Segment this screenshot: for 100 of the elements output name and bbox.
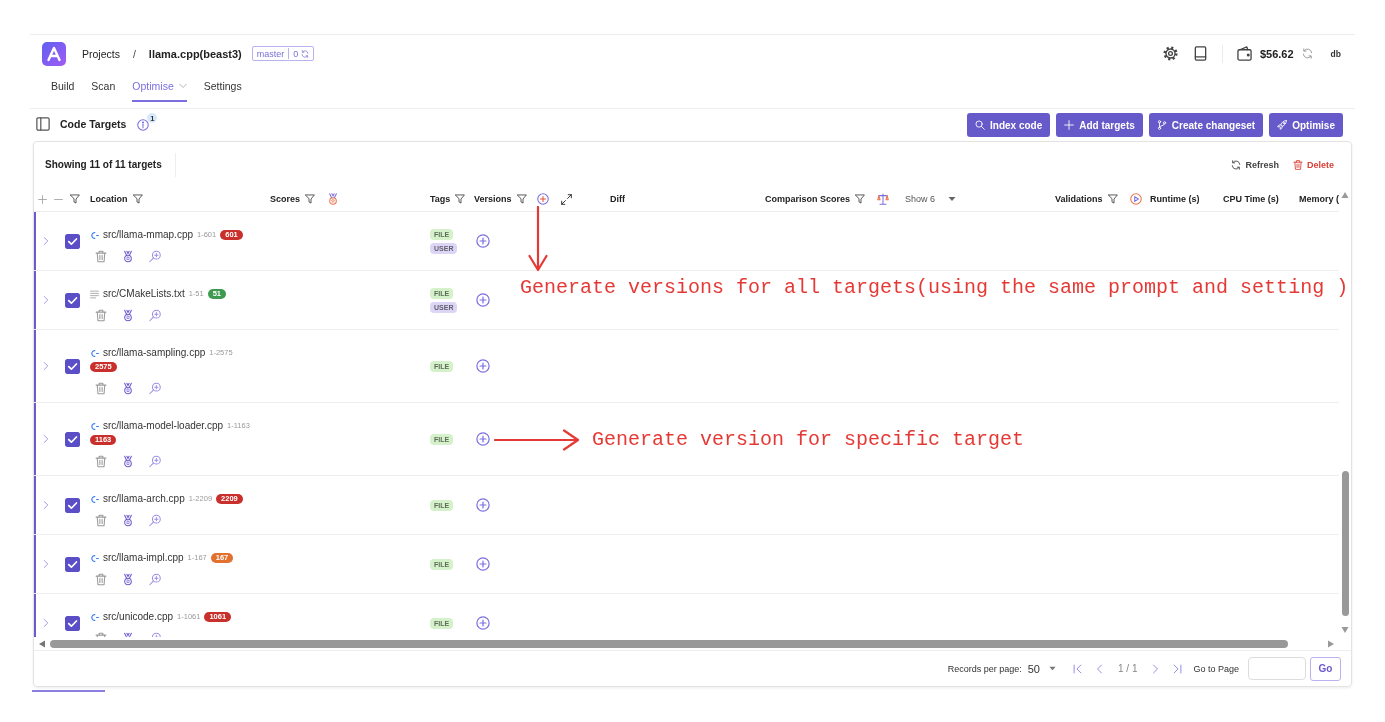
filter-icon[interactable] <box>70 194 80 204</box>
row-checkbox[interactable] <box>65 233 80 249</box>
expand-icon[interactable] <box>560 193 572 205</box>
row-checkbox[interactable] <box>65 615 80 631</box>
caret-icon <box>948 195 957 203</box>
row-checkbox[interactable] <box>65 556 80 572</box>
chevron-right-icon[interactable] <box>42 557 50 571</box>
index-code-button[interactable]: Index code <box>967 113 1051 137</box>
zoom-in-icon[interactable] <box>149 514 161 527</box>
code-file-icon <box>90 421 99 431</box>
filter-icon[interactable] <box>516 194 527 204</box>
breadcrumb-link[interactable]: llama.cpp(beast3) <box>148 47 242 60</box>
branch-icon <box>1156 120 1167 130</box>
book-icon[interactable] <box>1192 46 1208 61</box>
scroll-down-icon[interactable] <box>1341 626 1349 634</box>
zoom-in-icon[interactable] <box>149 250 161 263</box>
scroll-up-icon[interactable] <box>1341 191 1349 199</box>
filter-icon[interactable] <box>305 194 316 204</box>
zoom-in-icon[interactable] <box>149 382 161 395</box>
chevron-right-icon[interactable] <box>42 293 50 307</box>
refresh-icon[interactable] <box>301 49 310 58</box>
chevron-right-icon[interactable] <box>42 616 50 630</box>
code-file-icon <box>90 348 99 358</box>
medal-icon[interactable] <box>122 250 134 263</box>
chevron-right-icon[interactable] <box>42 498 50 512</box>
plus-icon[interactable] <box>38 194 47 204</box>
zoom-in-icon[interactable] <box>149 309 161 322</box>
medal-icon[interactable] <box>122 309 134 322</box>
delete-button[interactable]: Delete <box>1293 159 1334 170</box>
file-path: src/CMakeLists.txt <box>103 287 185 301</box>
optimise-button[interactable]: Optimise <box>1269 113 1343 137</box>
page-number-field[interactable] <box>1248 657 1306 680</box>
create-changeset-button[interactable]: Create changeset <box>1148 113 1264 137</box>
nav-tab[interactable]: Settings <box>203 72 242 102</box>
nav-tab[interactable]: Optimise <box>132 72 187 102</box>
scroll-left-icon[interactable] <box>38 639 46 648</box>
trash-icon[interactable] <box>95 514 107 527</box>
breadcrumb-link[interactable]: Projects <box>82 47 120 60</box>
zoom-in-icon[interactable] <box>149 573 161 586</box>
breadcrumb-separator: / <box>132 47 136 60</box>
chevron-right-icon[interactable] <box>42 359 50 373</box>
sidebar-toggle-icon[interactable] <box>36 116 50 131</box>
info-icon[interactable] <box>137 119 150 131</box>
caret-icon <box>1049 665 1056 672</box>
plus-circle-icon[interactable] <box>476 234 490 248</box>
trash-icon[interactable] <box>95 455 107 468</box>
page-size-select[interactable]: 50 <box>1027 662 1056 675</box>
plus-circle-icon[interactable] <box>476 432 490 446</box>
filter-icon[interactable] <box>132 194 143 204</box>
play-circle-icon[interactable] <box>1129 193 1142 205</box>
medal-icon[interactable] <box>122 455 134 468</box>
chevron-right-icon[interactable] <box>42 432 50 446</box>
file-path: src/llama-arch.cpp <box>103 492 185 506</box>
filter-icon[interactable] <box>1107 194 1118 204</box>
plus-circle-icon[interactable] <box>476 557 490 571</box>
scale-icon[interactable] <box>877 193 890 205</box>
show-select[interactable]: Show 6 <box>905 194 957 204</box>
filter-icon[interactable] <box>855 194 866 204</box>
medal-icon[interactable] <box>122 382 134 395</box>
scrollbar-thumb[interactable] <box>50 639 1288 648</box>
plus-circle-icon[interactable] <box>476 359 490 373</box>
scroll-right-icon[interactable] <box>1327 639 1335 648</box>
row-checkbox[interactable] <box>65 497 80 513</box>
refresh-icon[interactable] <box>1301 48 1313 59</box>
row-checkbox[interactable] <box>65 292 80 308</box>
last-page-icon[interactable] <box>1173 663 1183 674</box>
text-file-icon <box>90 289 99 299</box>
trash-icon[interactable] <box>95 309 107 322</box>
nav-tab[interactable]: Scan <box>91 72 116 102</box>
trash-icon[interactable] <box>95 382 107 395</box>
plus-circle-icon[interactable] <box>476 616 490 630</box>
code-file-icon <box>90 553 99 563</box>
row-checkbox[interactable] <box>65 431 80 447</box>
go-button[interactable]: Go <box>1310 656 1341 681</box>
trash-icon[interactable] <box>95 250 107 263</box>
scrollbar-thumb[interactable] <box>1341 471 1349 616</box>
add-targets-button[interactable]: Add targets <box>1056 113 1143 137</box>
logo-icon[interactable] <box>42 41 66 66</box>
user-initials[interactable]: db <box>1330 48 1341 59</box>
row-checkbox[interactable] <box>65 358 80 374</box>
plus-circle-icon[interactable] <box>536 193 549 205</box>
zoom-in-icon[interactable] <box>149 455 161 468</box>
chevron-right-icon[interactable] <box>42 234 50 248</box>
filter-icon[interactable] <box>455 194 466 204</box>
plus-circle-icon[interactable] <box>476 498 490 512</box>
first-page-icon[interactable] <box>1073 663 1082 674</box>
file-path: src/unicode.cpp <box>103 610 174 624</box>
settings-icon[interactable] <box>1162 46 1178 61</box>
plus-circle-icon[interactable] <box>476 293 490 307</box>
balance-amount: $56.62 <box>1259 47 1294 60</box>
refresh-button[interactable]: Refresh <box>1231 159 1279 170</box>
branch-selector[interactable]: master 0 <box>251 46 315 61</box>
code-file-icon <box>90 230 99 240</box>
wallet-icon[interactable] <box>1236 46 1252 61</box>
nav-tab[interactable]: Build <box>51 72 75 102</box>
section-title: Code Targets <box>60 117 127 130</box>
medal-icon[interactable] <box>327 193 340 205</box>
medal-icon[interactable] <box>122 514 134 527</box>
medal-icon[interactable] <box>122 573 134 586</box>
trash-icon[interactable] <box>95 573 107 586</box>
